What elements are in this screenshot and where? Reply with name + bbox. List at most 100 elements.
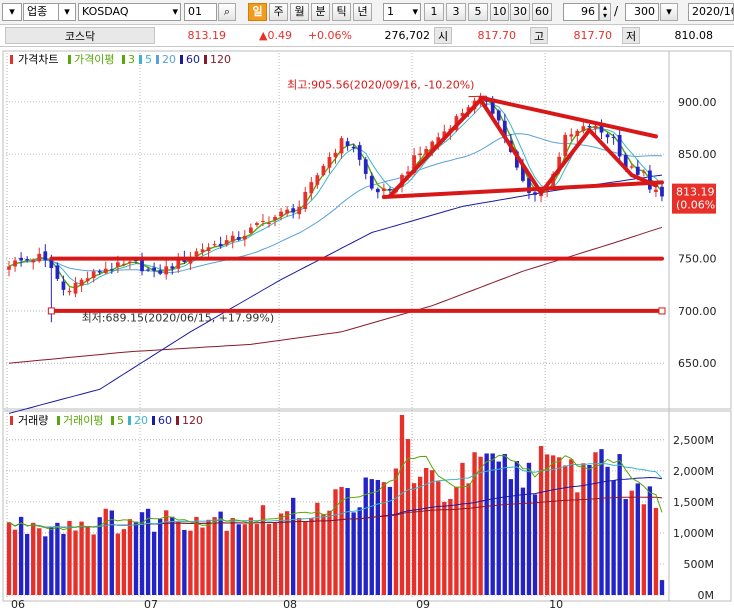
index-name-select[interactable]: KOSDAQ ▾: [78, 3, 181, 21]
index-name-value: KOSDAQ: [82, 5, 129, 18]
interval-select[interactable]: 1 ▾: [383, 3, 421, 21]
candle-body: [61, 281, 66, 290]
candle-body: [115, 262, 120, 267]
volume-bar: [315, 502, 320, 595]
period-button-1[interactable]: 주: [269, 3, 288, 21]
volume-tick-label: 1,500M: [673, 496, 714, 509]
candle-body: [176, 259, 181, 269]
price-legend-marker: [10, 55, 13, 64]
volume-bar: [230, 518, 235, 595]
candle-body: [321, 165, 326, 176]
volume-bar: [484, 453, 489, 595]
candle-body: [109, 269, 114, 271]
volume-bar: [121, 529, 127, 595]
candle-body: [297, 206, 302, 215]
volume-bar: [236, 524, 241, 595]
candle-body: [19, 257, 23, 261]
code-value: 01: [188, 5, 202, 18]
period-button-0[interactable]: 일: [248, 3, 267, 21]
candle-body: [285, 209, 290, 214]
volume-bar: [248, 517, 254, 595]
candle-body: [593, 126, 598, 129]
quick-interval-3[interactable]: 3: [446, 3, 466, 21]
view-count-input[interactable]: 96: [563, 3, 599, 21]
candle-body: [635, 166, 640, 175]
volume-bar: [218, 511, 223, 595]
volume-legend-item: 120: [182, 414, 203, 427]
trendline-handle: [47, 307, 55, 315]
stock-chart[interactable]: 최고:905.56(2020/09/16, -10.20%) 최저:689.15(…: [0, 47, 734, 611]
volume-bar: [272, 522, 278, 595]
price-legend-swatch: [204, 55, 207, 64]
volume-tick-label: 500M: [684, 558, 715, 571]
candle-body: [496, 110, 501, 121]
candle-body: [388, 189, 392, 191]
volume-bar: [170, 516, 175, 595]
candle-body: [611, 136, 616, 138]
candle-body: [158, 270, 163, 274]
candle-body: [37, 253, 42, 262]
candle-body: [605, 134, 610, 138]
volume-bar: [284, 511, 290, 595]
candle-body: [224, 240, 229, 245]
candle-body: [194, 251, 199, 257]
candle-body: [170, 266, 175, 269]
candle-body: [357, 145, 362, 160]
index-korean-name: 코스닥: [5, 27, 155, 44]
volume-legend-item: 거래이평: [63, 414, 103, 427]
total-count-value: 300: [634, 5, 655, 18]
period-button-5[interactable]: 년: [353, 3, 372, 21]
search-button[interactable]: ⌕: [218, 3, 236, 21]
candle-body: [43, 251, 48, 261]
candle-body: [660, 186, 664, 197]
candle-body: [152, 267, 156, 271]
period-button-4[interactable]: 틱: [332, 3, 351, 21]
volume-bar: [454, 486, 459, 595]
candle-body: [261, 220, 265, 222]
volume-bar: [599, 449, 604, 595]
period-button-2[interactable]: 월: [290, 3, 309, 21]
candle-body: [381, 188, 386, 191]
volume-bar: [550, 455, 556, 595]
volume-bar: [617, 454, 622, 595]
volume-bar: [448, 498, 453, 595]
candle-body: [73, 282, 78, 294]
volume-bar: [67, 520, 72, 595]
volume-legend-swatch: [152, 416, 155, 425]
quick-interval-30[interactable]: 30: [510, 3, 530, 21]
candle-body: [218, 243, 223, 247]
volume-bar: [393, 468, 399, 595]
volume-bar: [224, 530, 229, 595]
quick-interval-60[interactable]: 60: [532, 3, 552, 21]
price-legend-item: 120: [210, 53, 231, 66]
candle-body: [267, 222, 271, 224]
volume-legend-swatch: [176, 416, 179, 425]
candle-body: [7, 266, 11, 270]
quick-interval-10[interactable]: 10: [490, 3, 509, 21]
volume-bar: [557, 457, 562, 595]
month-tick-label: 06: [11, 598, 25, 611]
total-count-dropdown[interactable]: ▾: [660, 3, 678, 21]
category-chevron-down-icon[interactable]: ▾: [58, 3, 76, 21]
candle-body: [97, 271, 102, 273]
volume-bar: [157, 519, 163, 595]
view-count-spinner[interactable]: ▴ ▾: [599, 3, 611, 21]
price-legend-item: 60: [186, 53, 200, 66]
period-button-3[interactable]: 분: [311, 3, 330, 21]
volume-bar: [593, 452, 598, 595]
category-dropdown-toggle[interactable]: ▾: [2, 3, 22, 21]
total-count-input[interactable]: 300: [625, 3, 659, 21]
code-input[interactable]: 01: [184, 3, 217, 21]
price-tick-label: 900.00: [678, 96, 717, 109]
quick-interval-1[interactable]: 1: [424, 3, 444, 21]
price-legend-swatch: [139, 55, 142, 64]
date-input[interactable]: 2020/10: [688, 3, 734, 21]
quick-interval-5[interactable]: 5: [468, 3, 488, 21]
volume-bar: [514, 460, 520, 595]
view-count-value: 96: [581, 5, 595, 18]
volume-bar: [430, 470, 435, 595]
volume-legend-marker: [10, 416, 13, 425]
candle-body: [79, 279, 84, 286]
candle-body: [242, 235, 247, 240]
current-price: 813.19: [187, 29, 227, 42]
